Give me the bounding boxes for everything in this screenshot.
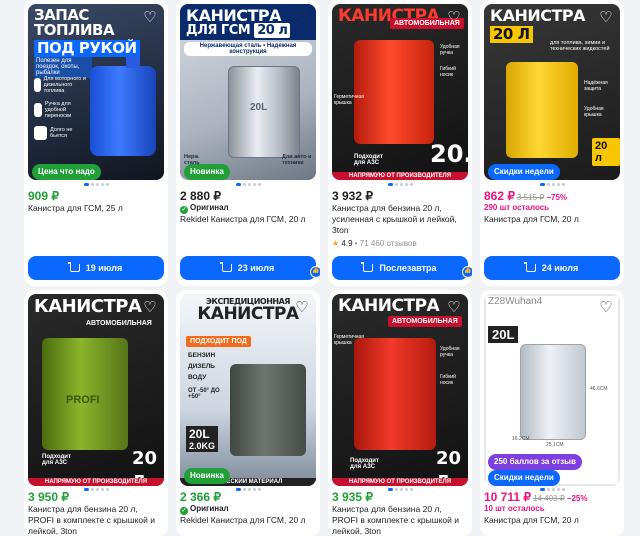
price: 862 ₽3 515 ₽ −75% [484,189,568,203]
product-card[interactable]: Z28Wuhan4 20L 46.6CM 25.1CM 16.2CM ♡ 250… [480,290,624,536]
canister-grey [230,364,306,456]
discount: −25% [566,494,588,503]
cart-icon [219,262,232,272]
can-label: PROFI [66,394,100,406]
canister-white [520,344,586,440]
old-price: 3 515 ₽ [517,193,545,202]
volume-tag: 20L [488,326,519,343]
original-badge: ✓ Оригинал [180,203,229,214]
product-image[interactable]: Z28Wuhan4 20L 46.6CM 25.1CM 16.2CM ♡ 250… [484,294,620,486]
promo-badge: Скидки недели [488,164,560,180]
product-title[interactable]: Канистра для ГСМ, 20 л [484,515,620,526]
promo-badge: Новинка [184,468,230,484]
favorite-icon[interactable]: ♡ [294,10,310,26]
volume-tag: 20L 2.0KG [186,426,219,452]
price: 3 932 ₽ [332,189,373,203]
product-title[interactable]: Канистра для ГСМ, 20 л [484,214,620,225]
delivery-button[interactable]: 23 июля [180,256,316,280]
thumbs-up-icon[interactable]: 👍 [462,266,472,278]
favorite-icon[interactable]: ♡ [598,10,614,26]
product-card[interactable]: КАНИСТРА АВТОМОБИЛЬНАЯ Герметичная крышк… [328,0,472,286]
stock-left: 10 шт осталось [484,504,545,513]
favorite-icon[interactable]: ♡ [142,10,158,26]
volume-number: 20. [430,140,468,168]
cart-icon [361,262,374,272]
delivery-button[interactable]: 24 июля [484,256,620,280]
canister-blue [90,66,156,156]
stock-left: 290 шт осталось [484,203,550,212]
canister-red [354,40,434,144]
product-card[interactable]: ЗАПАС ТОПЛИВА ПОД РУКОЙ Полезен для поез… [24,0,168,286]
image-headline: КАНИСТРА [338,296,440,316]
image-ribbon: НАПРЯМУЮ ОТ ПРОИЗВОДИТЕЛЯ [28,478,164,486]
original-badge: ✓ Оригинал [180,504,229,515]
favorite-icon[interactable]: ♡ [446,300,462,316]
product-image[interactable]: КАНИСТРА АВТОМОБИЛЬНАЯ Герметичная крышк… [332,294,468,486]
product-card[interactable]: КАНИСТРА ДЛЯ ГСМ 20 л Нержавеющая сталь … [176,0,320,286]
canister-red [354,338,436,450]
check-icon: ✓ [180,507,188,515]
image-watermark: Z28Wuhan4 [488,296,543,307]
can-label: 20L [250,102,268,113]
canister-yellow [506,62,578,158]
favorite-icon[interactable]: ♡ [598,300,614,316]
product-image[interactable]: КАНИСТРА АВТОМОБИЛЬНАЯ Герметичная крышк… [332,4,468,180]
image-ribbon: НАПРЯМУЮ ОТ ПРОИЗВОДИТЕЛЯ [332,478,468,486]
promo-badge: Скидки недели [488,470,560,486]
cart-icon [523,262,536,272]
product-title[interactable]: Канистра для бензина 20 л, PROFI в компл… [332,504,468,536]
cart-icon [67,262,80,272]
fuel-list: БЕНЗИН ДИЗЕЛЬ ВОДУ [188,352,216,381]
price: 10 711 ₽14 403 ₽ −25% [484,490,588,504]
favorite-icon[interactable]: ♡ [294,300,310,316]
product-card[interactable]: КАНИСТРА АВТОМОБИЛЬНАЯ PROFI Подходит дл… [24,290,168,536]
price: 909 ₽ [28,189,59,203]
rating: ★ 4.9 • 71 460 отзывов [332,239,417,248]
product-card[interactable]: ЭКСПЕДИЦИОННАЯ КАНИСТРА ПОДХОДИТ ПОД БЕН… [176,290,320,536]
product-title[interactable]: Канистра для бензина 20 л, PROFI в компл… [28,504,164,536]
product-image[interactable]: КАНИСТРА ДЛЯ ГСМ 20 л Нержавеющая сталь … [180,4,316,180]
product-title[interactable]: Канистра для бензина 20 л, усиленная с к… [332,203,468,236]
image-footer-text: Полезен для поездок, охоты, рыбалки [34,56,92,78]
product-image[interactable]: КАНИСТРА АВТОМОБИЛЬНАЯ PROFI Подходит дл… [28,294,164,486]
product-card[interactable]: КАНИСТРА 20 Л для топлива, химии и техни… [480,0,624,286]
image-headline: КАНИСТРА 20 Л [490,6,586,43]
product-title[interactable]: Rekidel Канистра для ГСМ, 20 л [180,214,316,225]
price: 2 366 ₽ [180,490,221,504]
product-image[interactable]: ЭКСПЕДИЦИОННАЯ КАНИСТРА ПОДХОДИТ ПОД БЕН… [180,294,316,486]
check-icon: ✓ [180,206,188,214]
discount: −75% [546,193,568,202]
image-headline: ЭКСПЕДИЦИОННАЯ КАНИСТРА [197,297,299,324]
favorite-icon[interactable]: ♡ [446,10,462,26]
product-image[interactable]: КАНИСТРА 20 Л для топлива, химии и техни… [484,4,620,180]
image-tagline: Нержавеющая сталь • Надежная конструкция [184,42,312,56]
image-headline: КАНИСТРА ДЛЯ ГСМ 20 л [186,8,310,38]
delivery-button[interactable]: Послезавтра [332,256,468,280]
favorite-icon[interactable]: ♡ [142,300,158,316]
image-tag: ПОДХОДИТ ПОД [186,336,251,347]
thumbs-up-icon[interactable]: 👍 [310,266,320,278]
product-title[interactable]: Rekidel Канистра для ГСМ, 20 л [180,515,316,526]
product-title[interactable]: Канистра для ГСМ, 25 л [28,203,164,214]
feature-list: Для моторного и дизельного топлива Ручка… [34,76,88,140]
reward-badge: 250 баллов за отзыв [488,454,582,470]
image-ribbon: НАПРЯМУЮ ОТ ПРОИЗВОДИТЕЛЯ [332,172,468,180]
image-headline: КАНИСТРА [34,296,142,317]
star-icon: ★ [332,239,340,248]
image-tag: АВТОМОБИЛЬНАЯ [388,316,462,327]
volume-tag: 20 л [592,138,620,166]
price: 3 935 ₽ [332,490,373,504]
promo-badge: Новинка [184,164,230,180]
product-card[interactable]: КАНИСТРА АВТОМОБИЛЬНАЯ Герметичная крышк… [328,290,472,536]
price: 2 880 ₽ [180,189,221,203]
product-grid: ЗАПАС ТОПЛИВА ПОД РУКОЙ Полезен для поез… [24,0,640,536]
price: 3 950 ₽ [28,490,69,504]
promo-badge: Цена что надо [32,164,101,180]
delivery-button[interactable]: 19 июля [28,256,164,280]
image-tag: АВТОМОБИЛЬНАЯ [86,320,152,327]
old-price: 14 403 ₽ [533,494,565,503]
product-image[interactable]: ЗАПАС ТОПЛИВА ПОД РУКОЙ Полезен для поез… [28,4,164,180]
image-headline: ЗАПАС ТОПЛИВА ПОД РУКОЙ [34,8,158,57]
